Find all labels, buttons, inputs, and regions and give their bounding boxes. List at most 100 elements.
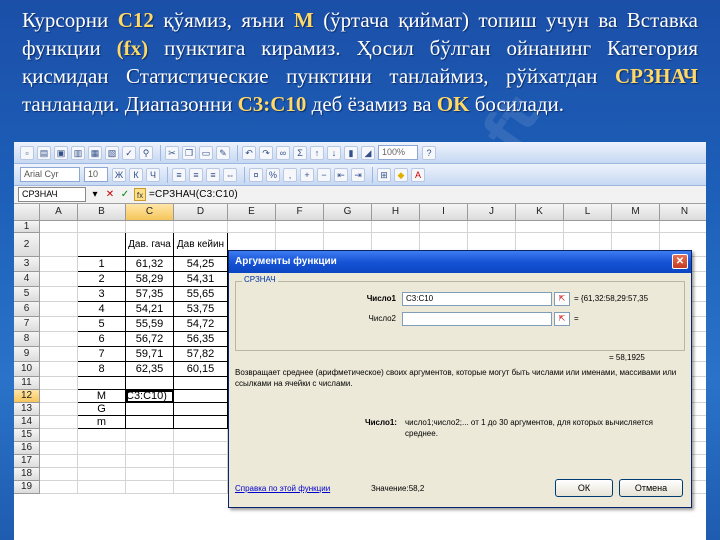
- align-center-icon[interactable]: ≡: [189, 167, 203, 182]
- cell[interactable]: [78, 442, 126, 455]
- table-cell-before[interactable]: 62,35: [126, 362, 174, 377]
- stat-value[interactable]: [126, 403, 174, 416]
- cell[interactable]: [40, 455, 78, 468]
- copy-icon[interactable]: ❐: [182, 145, 196, 160]
- table-cell-after[interactable]: 54,31: [174, 272, 228, 287]
- cell[interactable]: [40, 403, 78, 416]
- cell[interactable]: [78, 429, 126, 442]
- print-icon[interactable]: ▦: [88, 145, 102, 160]
- cell[interactable]: [174, 377, 228, 390]
- table-cell-before[interactable]: 59,71: [126, 347, 174, 362]
- cell[interactable]: [174, 416, 228, 429]
- insert-function-icon[interactable]: fx: [134, 188, 146, 201]
- row-header-7[interactable]: 7: [14, 317, 40, 332]
- decrease-indent-icon[interactable]: ⇤: [334, 167, 348, 182]
- row-header-18[interactable]: 18: [14, 468, 40, 481]
- collapse-dialog-icon[interactable]: ⇱: [554, 292, 570, 306]
- stat-label[interactable]: M: [78, 390, 126, 403]
- percent-icon[interactable]: %: [266, 167, 280, 182]
- cell[interactable]: [78, 481, 126, 494]
- cell[interactable]: [516, 221, 564, 233]
- table-cell-before[interactable]: 58,29: [126, 272, 174, 287]
- cell[interactable]: [40, 221, 78, 233]
- cell[interactable]: [324, 221, 372, 233]
- align-right-icon[interactable]: ≡: [206, 167, 220, 182]
- enter-icon[interactable]: ✓: [119, 188, 131, 201]
- formula-input[interactable]: =СРЗНАЧ(C3:C10): [149, 189, 238, 200]
- chart-wizard-icon[interactable]: ▮: [344, 145, 358, 160]
- column-header-a[interactable]: A: [40, 204, 78, 221]
- row-header-10[interactable]: 10: [14, 362, 40, 377]
- zoom-select[interactable]: 100%: [378, 145, 418, 160]
- cell[interactable]: [40, 287, 78, 302]
- italic-icon[interactable]: К: [129, 167, 143, 182]
- column-header-e[interactable]: E: [228, 204, 276, 221]
- row-header-15[interactable]: 15: [14, 429, 40, 442]
- table-cell-after[interactable]: 54,25: [174, 257, 228, 272]
- font-color-icon[interactable]: A: [411, 167, 425, 182]
- save-icon[interactable]: ▣: [54, 145, 68, 160]
- arg2-input[interactable]: [402, 312, 552, 326]
- row-header-2[interactable]: 2: [14, 233, 40, 257]
- format-painter-icon[interactable]: ✎: [216, 145, 230, 160]
- cell[interactable]: [40, 416, 78, 429]
- cell[interactable]: [40, 272, 78, 287]
- cell[interactable]: [420, 221, 468, 233]
- cell[interactable]: [174, 481, 228, 494]
- cell[interactable]: [40, 317, 78, 332]
- table-cell-after[interactable]: 53,75: [174, 302, 228, 317]
- cell[interactable]: [564, 221, 612, 233]
- row-header-9[interactable]: 9: [14, 347, 40, 362]
- table-row-index[interactable]: 1: [78, 257, 126, 272]
- cell[interactable]: [228, 221, 276, 233]
- active-cell-c12[interactable]: C3:C10): [126, 390, 174, 403]
- row-header-13[interactable]: 13: [14, 403, 40, 416]
- cell[interactable]: [174, 468, 228, 481]
- collapse-dialog-icon[interactable]: ⇱: [554, 312, 570, 326]
- cut-icon[interactable]: ✂: [165, 145, 179, 160]
- cell[interactable]: [78, 455, 126, 468]
- stat-value[interactable]: [126, 416, 174, 429]
- cell[interactable]: [660, 221, 706, 233]
- column-header-m[interactable]: M: [612, 204, 660, 221]
- underline-icon[interactable]: Ч: [146, 167, 160, 182]
- column-header-b[interactable]: B: [78, 204, 126, 221]
- help-link[interactable]: Справка по этой функции: [235, 483, 330, 494]
- decrease-decimal-icon[interactable]: −: [317, 167, 331, 182]
- column-header-k[interactable]: K: [516, 204, 564, 221]
- spell-icon[interactable]: ✓: [122, 145, 136, 160]
- increase-decimal-icon[interactable]: +: [300, 167, 314, 182]
- align-left-icon[interactable]: ≡: [172, 167, 186, 182]
- row-header-8[interactable]: 8: [14, 332, 40, 347]
- table-row-index[interactable]: 8: [78, 362, 126, 377]
- table-row-index[interactable]: 2: [78, 272, 126, 287]
- undo-icon[interactable]: ↶: [242, 145, 256, 160]
- cell[interactable]: [126, 429, 174, 442]
- cancel-button[interactable]: Отмена: [619, 479, 683, 497]
- ok-button[interactable]: ОК: [555, 479, 613, 497]
- name-box[interactable]: СРЗНАЧ: [18, 187, 86, 202]
- table-row-index[interactable]: 6: [78, 332, 126, 347]
- table-cell-after[interactable]: 54,72: [174, 317, 228, 332]
- drawing-icon[interactable]: ◢: [361, 145, 375, 160]
- table-cell-after[interactable]: 55,65: [174, 287, 228, 302]
- column-header-f[interactable]: F: [276, 204, 324, 221]
- sort-desc-icon[interactable]: ↓: [327, 145, 341, 160]
- column-header-n[interactable]: N: [660, 204, 706, 221]
- research-icon[interactable]: ⚲: [139, 145, 153, 160]
- row-header-5[interactable]: 5: [14, 287, 40, 302]
- cell[interactable]: [40, 442, 78, 455]
- font-size-select[interactable]: 10: [84, 167, 108, 182]
- row-header-6[interactable]: 6: [14, 302, 40, 317]
- cell[interactable]: [174, 442, 228, 455]
- cell[interactable]: [174, 403, 228, 416]
- autosum-icon[interactable]: Σ: [293, 145, 307, 160]
- currency-icon[interactable]: ¤: [249, 167, 263, 182]
- table-cell-before[interactable]: 54,21: [126, 302, 174, 317]
- cell[interactable]: [40, 362, 78, 377]
- paste-icon[interactable]: ▭: [199, 145, 213, 160]
- hyperlink-icon[interactable]: ∞: [276, 145, 290, 160]
- cell[interactable]: [40, 429, 78, 442]
- fill-color-icon[interactable]: ◆: [394, 167, 408, 182]
- permission-icon[interactable]: ▥: [71, 145, 85, 160]
